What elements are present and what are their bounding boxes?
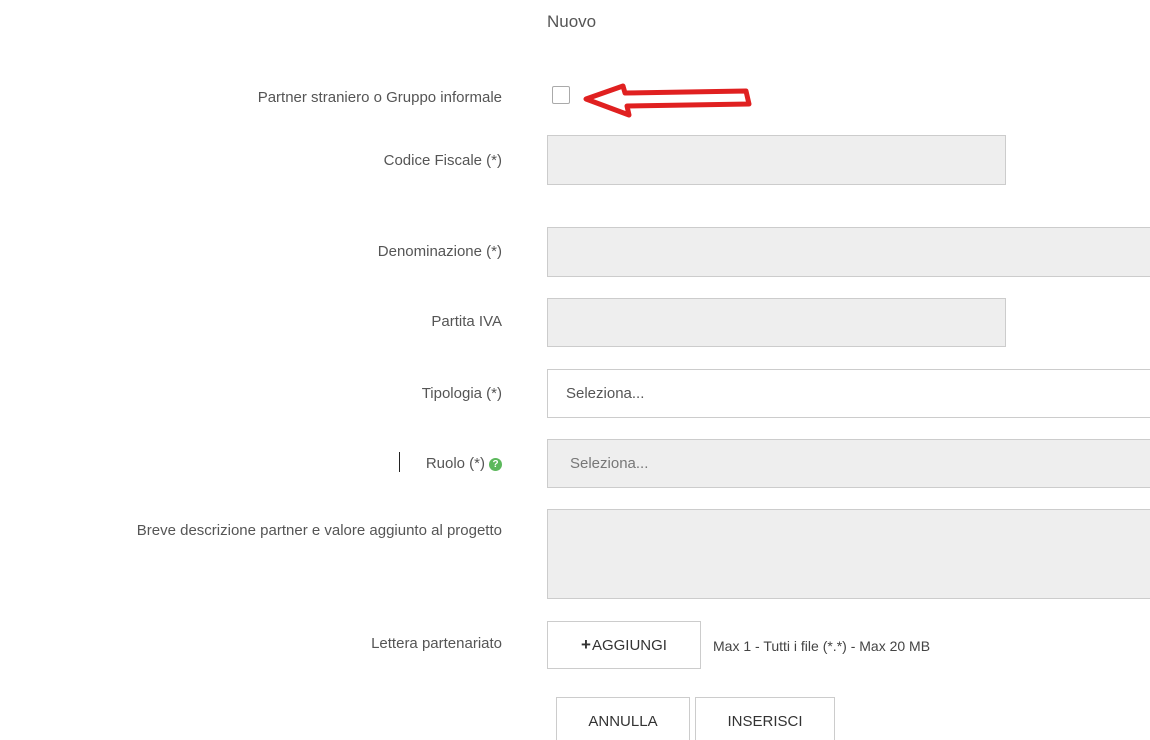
denominazione-label: Denominazione (*) [377, 243, 502, 260]
descrizione-textarea[interactable] [547, 509, 1150, 599]
question-circle-icon[interactable]: ? [489, 458, 502, 471]
partner-straniero-label: Partner straniero o Gruppo informale [257, 89, 502, 106]
ruolo-label-group: Ruolo (*)? [426, 455, 502, 472]
text-cursor [399, 452, 400, 472]
annulla-button-label: ANNULLA [588, 712, 658, 730]
red-arrow-annotation-icon [583, 83, 752, 118]
add-file-button[interactable]: + AGGIUNGI [547, 621, 701, 669]
inserisci-button-label: INSERISCI [727, 712, 803, 730]
file-limits-info: Max 1 - Tutti i file (*.*) - Max 20 MB [713, 638, 931, 654]
denominazione-input[interactable] [547, 227, 1150, 277]
descrizione-label: Breve descrizione partner e valore aggiu… [136, 522, 502, 539]
codice-fiscale-label: Codice Fiscale (*) [383, 152, 502, 169]
ruolo-value: Seleziona... [570, 455, 649, 472]
add-file-button-label: AGGIUNGI [591, 636, 667, 654]
tipologia-value: Seleziona... [566, 385, 645, 402]
ruolo-label: Ruolo (*) [425, 455, 485, 472]
partita-iva-label: Partita IVA [431, 313, 502, 330]
tipologia-select[interactable]: Seleziona... [547, 369, 1150, 418]
form-page: Nuovo Partner straniero o Gruppo informa… [0, 0, 1150, 740]
ruolo-select[interactable]: Seleziona... [547, 439, 1150, 488]
partner-straniero-checkbox[interactable] [552, 86, 570, 104]
codice-fiscale-input[interactable] [547, 135, 1006, 185]
partita-iva-input[interactable] [547, 298, 1006, 347]
inserisci-button[interactable]: INSERISCI [695, 697, 835, 740]
page-title: Nuovo [547, 12, 597, 31]
annulla-button[interactable]: ANNULLA [556, 697, 690, 740]
plus-icon: + [581, 635, 591, 654]
lettera-partenariato-label: Lettera partenariato [371, 635, 502, 652]
tipologia-label: Tipologia (*) [421, 385, 502, 402]
